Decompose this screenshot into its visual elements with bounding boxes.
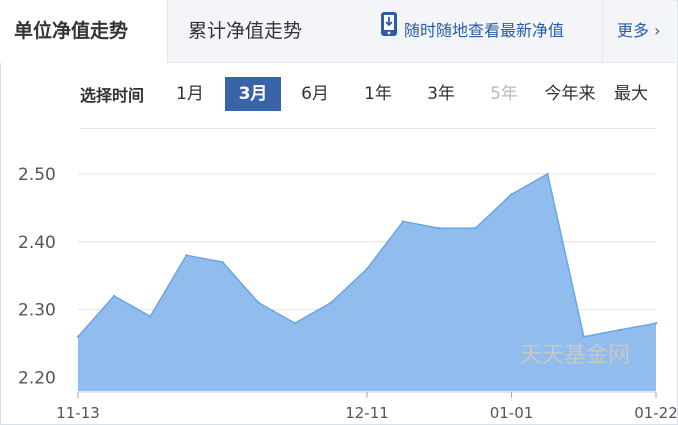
data-point — [149, 315, 152, 318]
nav-chart: 2.50 2.40 2.30 2.2011-13 12-11 01-01 01-22 天天基金… — [18, 165, 678, 422]
data-point — [185, 254, 188, 257]
y-tick-label: 2.30 — [18, 301, 56, 321]
data-point — [438, 227, 441, 230]
data-point — [257, 301, 260, 304]
data-point — [474, 227, 477, 230]
data-point — [546, 172, 549, 176]
x-tick-label: 12-11 — [345, 404, 389, 422]
x-tick-label: 01-22 — [634, 404, 678, 422]
data-point — [654, 322, 658, 325]
data-point — [365, 267, 369, 271]
data-point — [582, 335, 585, 338]
watermark: 天天基金网 — [520, 343, 630, 368]
data-point — [76, 335, 80, 338]
data-point — [112, 294, 116, 298]
x-tick-label: 01-01 — [490, 404, 534, 422]
y-tick-label: 2.20 — [18, 368, 56, 388]
data-point — [401, 220, 405, 223]
x-tick-label: 11-13 — [56, 404, 100, 422]
data-point — [618, 328, 622, 332]
y-tick-label: 2.40 — [18, 233, 56, 253]
data-point — [510, 193, 513, 196]
data-point — [329, 301, 333, 304]
y-tick-label: 2.50 — [18, 165, 56, 185]
data-point — [221, 260, 224, 264]
data-point — [293, 322, 296, 325]
